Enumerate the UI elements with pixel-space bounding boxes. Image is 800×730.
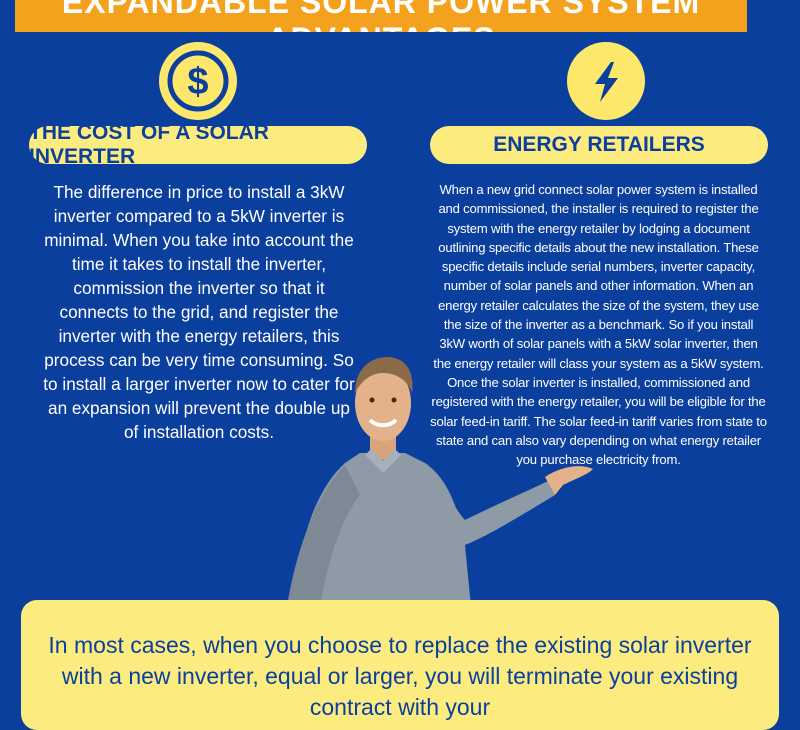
section-heading-label: THE COST OF A SOLAR INVERTER [29, 121, 269, 168]
section-heading-energy-retailers: ENERGY RETAILERS [430, 126, 768, 164]
bottom-callout-text: In most cases, when you choose to replac… [48, 632, 752, 720]
svg-text:$: $ [187, 61, 208, 103]
bottom-callout: In most cases, when you choose to replac… [21, 600, 779, 730]
section-heading-inverter-cost: THE COST OF A SOLAR INVERTER [29, 121, 367, 168]
section-heading-label: ENERGY RETAILERS [493, 133, 705, 156]
lightning-bolt-icon [567, 42, 645, 120]
header-banner: EXPANDABLE SOLAR POWER SYSTEM ADVANTAGES [15, 0, 747, 32]
dollar-icon: $ [159, 42, 237, 120]
banner-title: EXPANDABLE SOLAR POWER SYSTEM ADVANTAGES [61, 0, 701, 32]
presenter-illustration [287, 357, 593, 607]
